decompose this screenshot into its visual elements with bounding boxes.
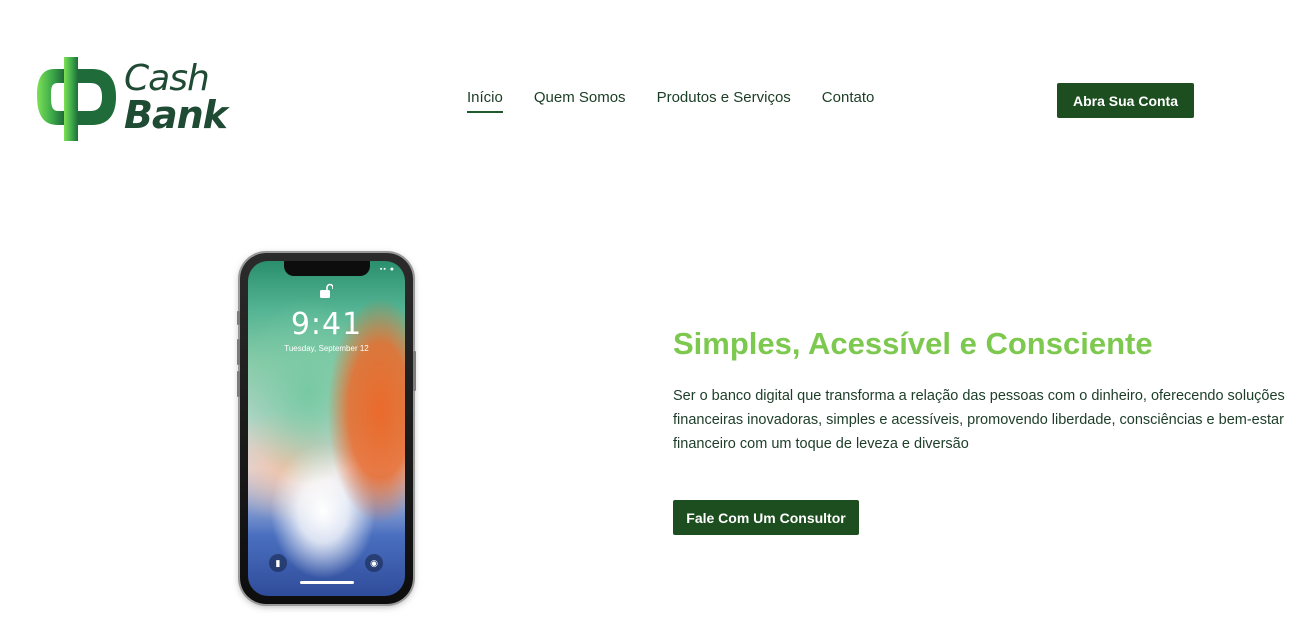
lockscreen-date: Tuesday, September 12 <box>284 344 369 353</box>
open-account-button[interactable]: Abra Sua Conta <box>1057 83 1194 118</box>
logo-wordmark: Cash Bank <box>124 58 228 137</box>
phone-notch <box>284 261 370 276</box>
lockscreen-time: 9:41 <box>290 307 363 342</box>
main-nav: Início Quem Somos Produtos e Serviços Co… <box>467 89 874 113</box>
phone-mockup-image: ▪▪ ● 9:41 Tuesday, September 12 ▮ ◉ <box>237 253 416 604</box>
hero-description: Ser o banco digital que transforma a rel… <box>673 388 1285 452</box>
cash-bank-logo[interactable]: Cash Bank <box>34 55 234 145</box>
logo-word-bank: Bank <box>124 93 228 137</box>
camera-icon: ◉ <box>365 554 383 572</box>
phone-volume-down <box>237 371 240 397</box>
logo-mark-icon <box>37 57 116 141</box>
logo-word-cash: Cash <box>124 58 210 99</box>
nav-item-contato[interactable]: Contato <box>822 89 875 113</box>
status-bar-icons: ▪▪ ● <box>379 266 395 273</box>
flashlight-icon: ▮ <box>269 554 287 572</box>
lock-open-icon <box>320 283 333 298</box>
phone-power-button <box>413 351 416 391</box>
nav-item-quem-somos[interactable]: Quem Somos <box>534 89 626 113</box>
phone-side-button <box>237 311 240 325</box>
home-indicator <box>300 581 354 584</box>
talk-to-consultant-button[interactable]: Fale Com Um Consultor <box>673 500 859 535</box>
nav-item-inicio[interactable]: Início <box>467 89 503 113</box>
hero-title: Simples, Acessível e Consciente <box>673 326 1153 361</box>
phone-volume-up <box>237 339 240 365</box>
nav-item-produtos-servicos[interactable]: Produtos e Serviços <box>657 89 791 113</box>
phone-screen: ▪▪ ● 9:41 Tuesday, September 12 ▮ ◉ <box>248 261 405 596</box>
